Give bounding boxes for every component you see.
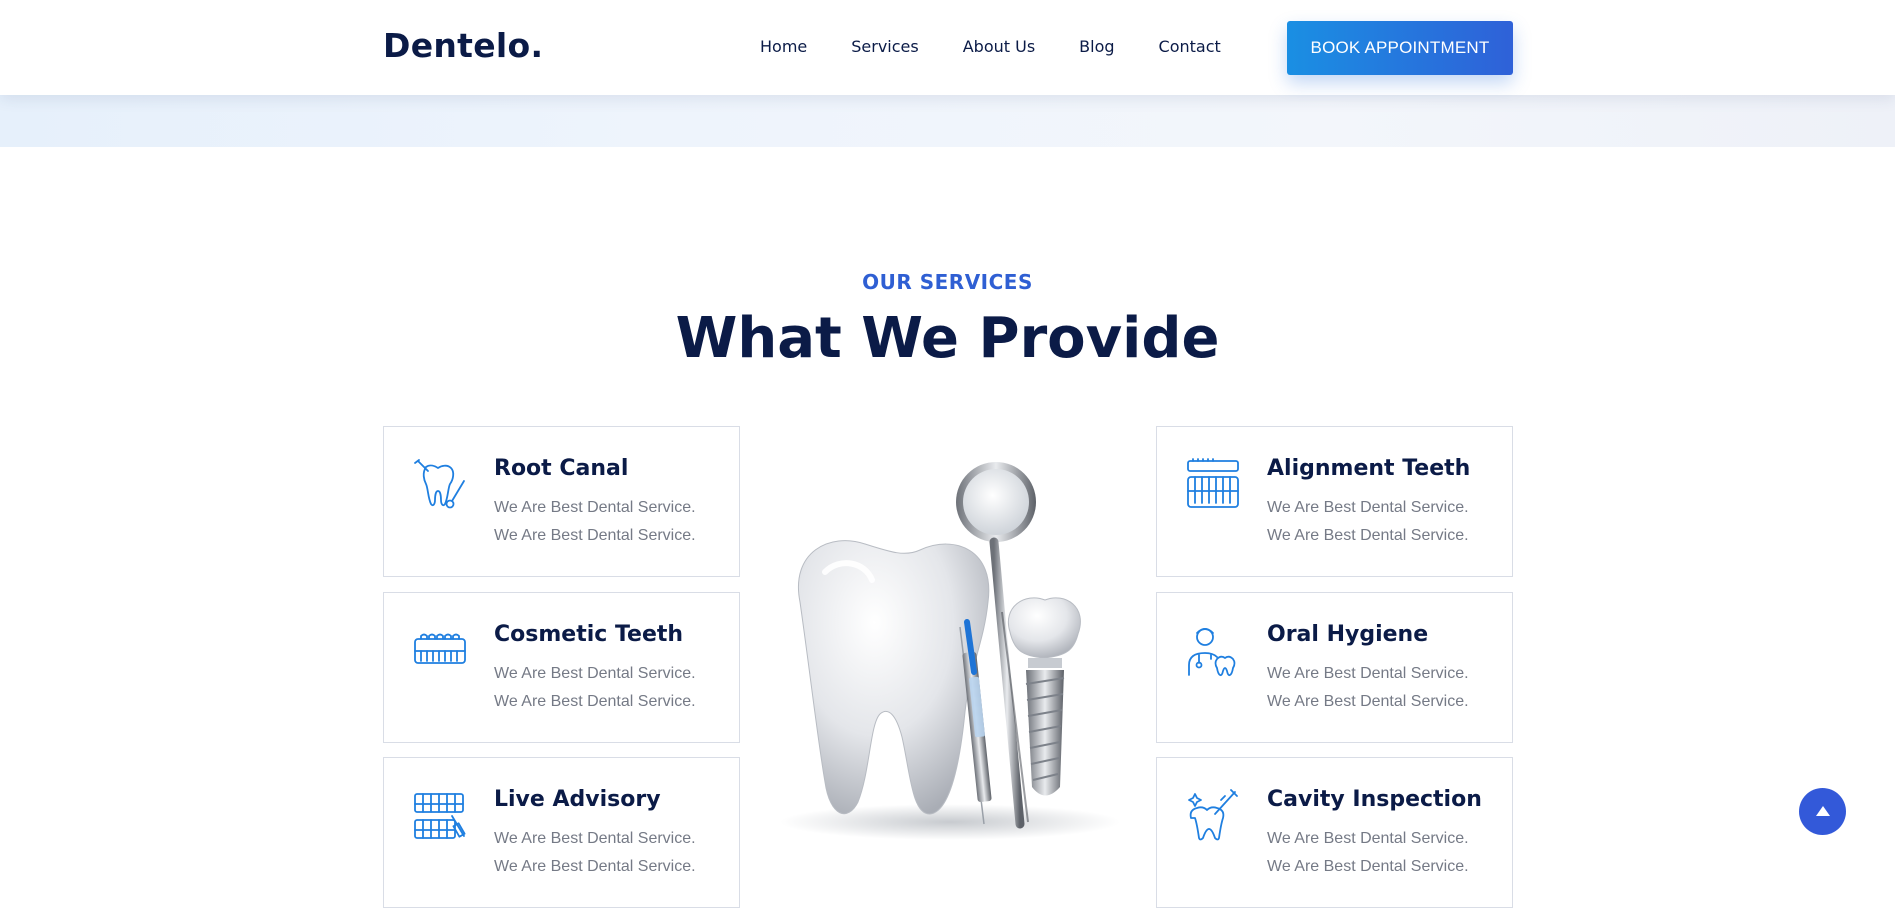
service-card-description: We Are Best Dental Service. We Are Best … [494, 665, 696, 710]
service-card-alignment-teeth[interactable]: Alignment Teeth We Are Best Dental Servi… [1156, 426, 1513, 577]
service-card-cosmetic-teeth[interactable]: Cosmetic Teeth We Are Best Dental Servic… [383, 592, 740, 743]
nav-services[interactable]: Services [851, 37, 918, 56]
tooth-inspection-icon [1185, 788, 1241, 844]
main-navigation: Home Services About Us Blog Contact [760, 37, 1265, 56]
site-logo[interactable]: Dentelo. [383, 26, 543, 65]
section-title: What We Provide [675, 306, 1220, 371]
dentist-icon [1185, 623, 1241, 679]
service-card-description: We Are Best Dental Service. We Are Best … [1267, 499, 1469, 544]
tooth-drill-icon [412, 457, 468, 513]
book-appointment-button[interactable]: BOOK APPOINTMENT [1287, 21, 1513, 75]
service-card-description: We Are Best Dental Service. We Are Best … [1267, 665, 1469, 710]
service-card-cavity-inspection[interactable]: Cavity Inspection We Are Best Dental Ser… [1156, 757, 1513, 908]
arrow-up-icon [1815, 804, 1830, 819]
site-header: Dentelo. Home Services About Us Blog Con… [0, 0, 1895, 95]
dental-tools-illustration [770, 452, 1130, 844]
brush-teeth-icon [1185, 457, 1241, 513]
nav-contact[interactable]: Contact [1159, 37, 1221, 56]
service-card-title: Cosmetic Teeth [494, 622, 684, 647]
section-label: OUR SERVICES [862, 270, 1033, 294]
nav-home[interactable]: Home [760, 37, 807, 56]
nav-about-us[interactable]: About Us [963, 37, 1035, 56]
service-card-oral-hygiene[interactable]: Oral Hygiene We Are Best Dental Service.… [1156, 592, 1513, 743]
service-card-description: We Are Best Dental Service. We Are Best … [494, 499, 696, 544]
teeth-brace-icon [412, 788, 468, 844]
service-card-title: Live Advisory [494, 787, 661, 812]
service-card-description: We Are Best Dental Service. We Are Best … [494, 830, 696, 875]
service-card-live-advisory[interactable]: Live Advisory We Are Best Dental Service… [383, 757, 740, 908]
service-card-title: Oral Hygiene [1267, 622, 1429, 647]
service-card-title: Cavity Inspection [1267, 787, 1482, 812]
nav-blog[interactable]: Blog [1079, 37, 1114, 56]
service-card-description: We Are Best Dental Service. We Are Best … [1267, 830, 1469, 875]
service-card-title: Root Canal [494, 456, 629, 481]
service-card-root-canal[interactable]: Root Canal We Are Best Dental Service. W… [383, 426, 740, 577]
scroll-to-top-button[interactable] [1799, 788, 1846, 835]
teeth-row-icon [412, 623, 468, 679]
service-card-title: Alignment Teeth [1267, 456, 1471, 481]
